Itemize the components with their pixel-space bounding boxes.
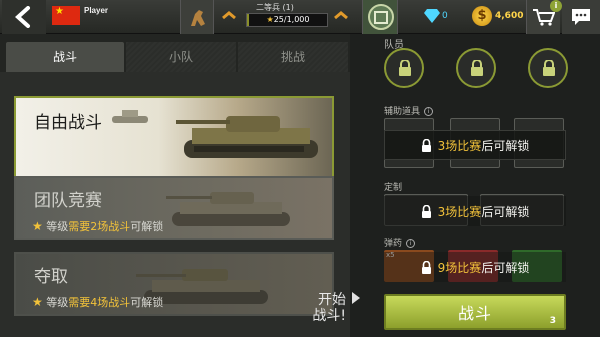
ammo-locked-banner: 9场比赛 后可解锁 [384, 252, 566, 282]
info-icon[interactable]: i [424, 107, 434, 116]
division-shield[interactable] [362, 0, 398, 34]
fight-button[interactable]: 战斗 3 [384, 294, 566, 330]
mode-requirement: ★ 等级需要2场战斗可解锁 [32, 219, 164, 233]
ammo-title: 弹药 i [384, 236, 416, 249]
tab-battle[interactable]: 战斗 [6, 42, 124, 72]
back-arrow-icon [15, 6, 30, 28]
lock-icon [421, 260, 431, 274]
mode-title: 团队竞赛 [34, 191, 102, 211]
fight-button-count: 3 [549, 316, 556, 326]
star-icon: ★ [32, 295, 43, 309]
crew-slot-locked[interactable] [384, 48, 424, 88]
play-arrow-icon [352, 292, 360, 304]
cart-badge: i [550, 0, 562, 12]
info-icon[interactable]: i [406, 239, 416, 248]
back-button[interactable] [2, 0, 46, 34]
mode-team-battle[interactable]: 团队竞赛 ★ 等级需要2场战斗可解锁 [14, 176, 334, 240]
tab-squad[interactable]: 小队 [126, 42, 236, 72]
star-icon: ★ [32, 219, 43, 233]
coin-icon: $ [472, 6, 492, 26]
mode-panel: 战斗 小队 挑战 自由战斗 团队竞赛 ★ 等级需要2场战斗可解锁 夺取 ★ 等级… [0, 34, 350, 337]
mode-title: 夺取 [34, 267, 68, 287]
kangaroo-icon [191, 10, 205, 26]
shield-icon [368, 4, 394, 30]
custom-locked-banner: 3场比赛 后可解锁 [384, 196, 566, 226]
xp-text: ★25/1,000 [266, 15, 310, 24]
tab-bar: 战斗 小队 挑战 [0, 34, 350, 72]
next-rank-chevron-icon [334, 11, 348, 20]
tank-image [176, 116, 318, 158]
lock-icon [421, 138, 431, 152]
distant-tank-image [112, 110, 148, 123]
mode-capture[interactable]: 夺取 ★ 等级需要4场战斗可解锁 [14, 252, 334, 316]
tank-image [166, 192, 290, 226]
lock-icon [399, 60, 411, 76]
top-bar: ★ Player 二等兵 (1) ★25/1,000 0 $ 4,600 i [0, 0, 600, 34]
lock-icon [471, 60, 483, 76]
custom-title: 定制 [384, 183, 403, 193]
rank-emblem[interactable] [180, 0, 214, 34]
rank-title: 二等兵 (1) [256, 3, 294, 12]
xp-bar: ★25/1,000 [246, 13, 328, 27]
start-battle-label: 开始 战斗! [312, 292, 346, 324]
player-name: Player [84, 6, 109, 15]
mode-title: 自由战斗 [34, 113, 102, 133]
tab-challenge[interactable]: 挑战 [238, 42, 348, 72]
mode-requirement: ★ 等级需要4场战斗可解锁 [32, 295, 164, 309]
lock-icon [421, 204, 431, 218]
gem-icon [424, 9, 440, 23]
rank-chevron-icon [222, 11, 236, 20]
china-flag-icon: ★ [52, 6, 80, 25]
gem-count: 0 [442, 11, 448, 21]
coin-count: 4,600 [495, 11, 524, 21]
lock-icon [543, 60, 555, 76]
fight-button-label: 战斗 [457, 304, 492, 323]
chat-button[interactable] [562, 0, 600, 34]
crew-slot-locked[interactable] [456, 48, 496, 88]
mode-free-battle[interactable]: 自由战斗 [14, 96, 334, 178]
chat-icon [572, 9, 590, 25]
support-locked-banner: 3场比赛 后可解锁 [384, 130, 566, 160]
support-title: 辅助道具 i [384, 104, 434, 117]
crew-slot-locked[interactable] [528, 48, 568, 88]
